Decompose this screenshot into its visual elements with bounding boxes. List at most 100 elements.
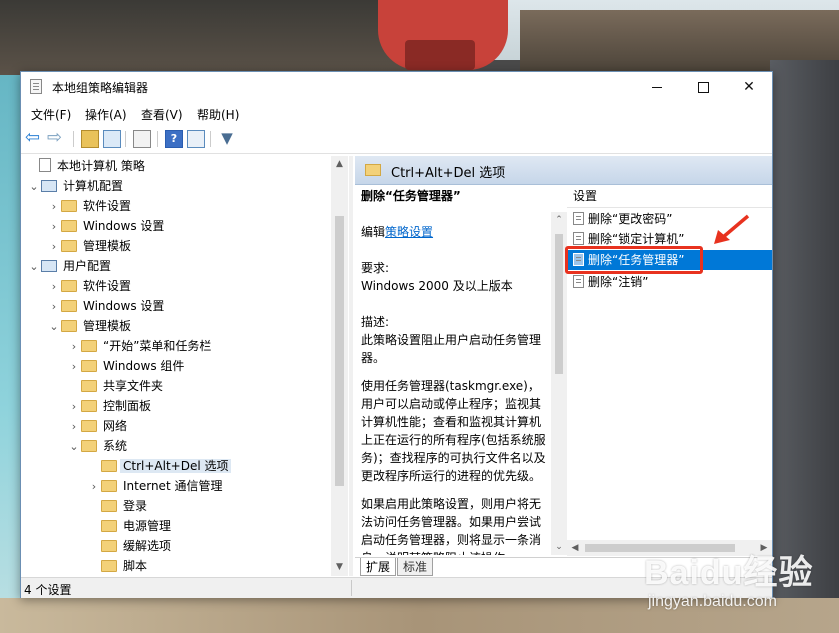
pane-splitter[interactable]	[349, 156, 353, 576]
folder-icon	[81, 400, 97, 412]
tree-item[interactable]: 缓解选项	[87, 536, 171, 556]
tree-item[interactable]: ⌄ 管理模板	[47, 316, 131, 336]
toolbar: ⇦ ⇨ ? ▼	[21, 125, 772, 154]
chevron-right-icon[interactable]: ›	[67, 417, 81, 437]
tree-item[interactable]: ⌄ 用户配置	[27, 256, 111, 276]
description-paragraph: 使用任务管理器(taskmgr.exe)，用户可以启动或停止程序；监视其计算机性…	[361, 379, 546, 483]
menu-bar: 文件(F) 操作(A) 查看(V) 帮助(H)	[21, 102, 772, 124]
tree-item-selected[interactable]: Ctrl+Alt+Del 选项	[87, 456, 232, 476]
tree-item[interactable]: 本地计算机 策略	[25, 156, 145, 176]
policy-setting-icon	[573, 212, 584, 225]
tree-item[interactable]: › 控制面板	[67, 396, 151, 416]
chevron-right-icon[interactable]: ›	[47, 297, 61, 317]
scroll-up-icon[interactable]: ▲	[331, 156, 348, 173]
tree-item[interactable]: › 网络	[67, 416, 127, 436]
maximize-icon	[697, 81, 709, 93]
chevron-down-icon[interactable]: ⌄	[47, 317, 61, 337]
chevron-right-icon[interactable]: ›	[87, 477, 101, 497]
scroll-down-icon[interactable]: ▼	[331, 559, 348, 576]
tree-item[interactable]: › Windows 设置	[47, 216, 165, 237]
tree-item[interactable]: 共享文件夹	[67, 376, 163, 396]
requirements-value: Windows 2000 及以上版本	[361, 279, 513, 293]
description-text: 此策略设置阻止用户启动任务管理器。	[361, 333, 542, 365]
watermark-url: jingyan.baidu.com	[648, 593, 777, 610]
back-arrow-icon[interactable]: ⇦	[25, 129, 43, 148]
folder-icon	[81, 380, 97, 392]
chevron-down-icon[interactable]: ⌄	[27, 257, 41, 277]
tree-item[interactable]: › Windows 组件	[67, 356, 185, 377]
filter-icon[interactable]: ▼	[218, 130, 236, 148]
minimize-button[interactable]	[634, 72, 680, 102]
chevron-right-icon[interactable]: ›	[47, 237, 61, 257]
properties-icon[interactable]	[187, 130, 205, 148]
folder-icon	[61, 320, 77, 332]
folder-icon	[101, 520, 117, 532]
policy-setting-icon	[573, 275, 584, 288]
baidu-logo: Baidu经验	[644, 554, 814, 592]
scroll-down-icon[interactable]: ⌄	[551, 539, 567, 555]
tree-item[interactable]: ⌄ 计算机配置	[27, 176, 123, 196]
tree-item[interactable]: 登录	[87, 496, 147, 516]
close-icon: ✕	[743, 79, 755, 95]
tree-item[interactable]: › Windows 设置	[47, 296, 165, 317]
chevron-right-icon[interactable]: ›	[47, 277, 61, 297]
chevron-right-icon[interactable]: ›	[67, 357, 81, 377]
export-list-icon[interactable]	[133, 130, 151, 148]
description-label: 描述:	[361, 315, 390, 329]
chevron-down-icon[interactable]: ⌄	[27, 177, 41, 197]
chevron-right-icon[interactable]: ›	[47, 217, 61, 237]
scroll-up-icon[interactable]: ⌃	[551, 212, 567, 228]
window-title: 本地组策略编辑器	[52, 81, 149, 95]
policy-editor-icon	[30, 79, 42, 94]
tree-item[interactable]: 脚本	[87, 556, 147, 576]
menu-view[interactable]: 查看(V)	[141, 106, 183, 123]
minimize-icon	[652, 86, 662, 88]
watermark: Baidu经验 jingyan.baidu.com	[640, 545, 835, 625]
tree-item[interactable]: › “开始”菜单和任务栏	[67, 336, 212, 357]
folder-icon	[101, 560, 117, 572]
chevron-right-icon[interactable]: ›	[67, 337, 81, 357]
up-folder-icon[interactable]	[81, 130, 99, 148]
scroll-left-icon[interactable]: ◀	[567, 540, 583, 556]
scroll-thumb[interactable]	[335, 216, 344, 486]
setting-title: 删除“任务管理器”	[361, 189, 461, 203]
chevron-right-icon[interactable]: ›	[67, 397, 81, 417]
folder-icon	[61, 300, 77, 312]
edit-policy-link[interactable]: 策略设置	[385, 225, 433, 239]
menu-help[interactable]: 帮助(H)	[197, 106, 239, 123]
folder-icon	[61, 240, 77, 252]
maximize-button[interactable]	[680, 72, 726, 102]
scroll-thumb[interactable]	[555, 234, 563, 374]
tree-item[interactable]: › 管理模板	[47, 236, 131, 256]
menu-file[interactable]: 文件(F)	[31, 106, 71, 123]
tree-item[interactable]: › Internet 通信管理	[87, 476, 223, 497]
policy-setting-icon	[573, 232, 584, 245]
folder-icon	[81, 360, 97, 372]
help-icon[interactable]: ?	[165, 130, 183, 148]
annotation-highlight-box	[565, 246, 703, 274]
tree-scrollbar[interactable]: ▲ ▼	[331, 156, 348, 576]
title-bar[interactable]: 本地组策略编辑器 ✕	[21, 72, 772, 102]
forward-arrow-icon[interactable]: ⇨	[47, 129, 65, 148]
column-header-setting[interactable]: 设置	[573, 187, 597, 204]
folder-icon	[101, 500, 117, 512]
policy-icon	[39, 158, 51, 172]
edit-policy-line: 编辑策略设置	[361, 225, 434, 239]
folder-icon	[81, 340, 97, 352]
chevron-down-icon[interactable]: ⌄	[67, 437, 81, 457]
tree-item[interactable]: 电源管理	[87, 516, 171, 536]
menu-action[interactable]: 操作(A)	[85, 106, 127, 123]
folder-icon	[365, 164, 381, 176]
show-hide-tree-icon[interactable]	[103, 130, 121, 148]
folder-open-icon	[101, 460, 117, 472]
list-item[interactable]: 删除“注销”	[567, 272, 772, 292]
tree-item[interactable]: ⌄ 系统	[67, 436, 127, 456]
tree-item[interactable]: › 软件设置	[47, 196, 131, 216]
tab-standard[interactable]: 标准	[397, 558, 434, 576]
policy-tree: 本地计算机 策略 ⌄ 计算机配置 › 软件设置 › Windows 设置 › 管理模板 …	[23, 156, 348, 576]
close-button[interactable]: ✕	[726, 72, 772, 102]
tab-extended[interactable]: 扩展	[360, 558, 397, 576]
tree-item[interactable]: › 软件设置	[47, 276, 131, 296]
chevron-right-icon[interactable]: ›	[47, 197, 61, 217]
details-header-title: Ctrl+Alt+Del 选项	[391, 166, 506, 181]
